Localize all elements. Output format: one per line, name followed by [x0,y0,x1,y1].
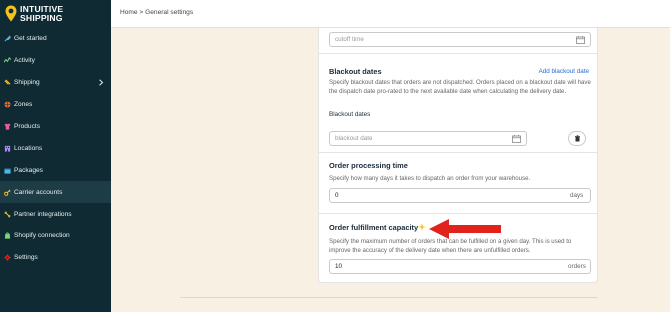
location-pin-icon [5,5,17,22]
cutoff-time-placeholder: cutoff time [335,36,364,43]
divider [319,152,597,153]
shipping-icon [4,79,11,86]
sidebar-item-activity[interactable]: Activity [0,50,111,72]
shopify-icon [4,232,11,240]
sidebar-item-label: Get started [14,35,47,43]
shirt-icon [4,123,11,130]
trash-icon [574,135,580,142]
globe-icon [4,101,11,108]
brand-logo[interactable]: INTUITIVE SHIPPING [5,5,63,23]
annotation-arrow-icon [429,219,501,239]
sidebar-item-label: Products [14,123,41,130]
brand-name: INTUITIVE SHIPPING [20,5,63,23]
breadcrumb[interactable]: Home > General settings [120,9,193,16]
sidebar-item-label: Settings [14,254,38,262]
sidebar-item-label: Zones [14,101,33,109]
order-fulfillment-capacity-value: 10 [335,263,343,270]
sidebar-item-locations[interactable]: Locations [0,137,111,159]
package-icon [4,167,11,174]
sidebar-item-settings[interactable]: Settings [0,247,111,269]
sidebar-item-packages[interactable]: Packages [0,159,111,181]
sidebar-item-label: Locations [14,144,43,152]
sidebar-item-label: Shopify connection [14,232,70,240]
order-processing-time-description: Specify how many days it takes to dispat… [329,175,531,182]
rocket-icon [4,35,11,42]
sparkle-icon [418,223,426,231]
sidebar-item-label: Carrier accounts [14,188,63,196]
blackout-dates-label: Blackout dates [329,111,371,118]
blackout-date-placeholder: blackout date [335,135,373,142]
calendar-icon[interactable] [512,135,521,143]
settings-card: cutoff time Blackout dates Add blackout … [318,28,598,283]
calendar-icon[interactable] [576,36,585,44]
sidebar-item-label: Activity [14,57,35,65]
sidebar-item-partner-integrations[interactable]: Partner integrations [0,203,111,225]
orders-suffix: orders [568,263,586,270]
add-blackout-date-link[interactable]: Add blackout date [539,68,589,75]
sidebar-item-shipping[interactable]: Shipping [0,72,111,94]
chevron-right-icon[interactable] [98,79,104,86]
activity-icon [4,57,11,64]
sidebar-item-label: Packages [14,166,43,174]
plug-icon [4,211,11,218]
sidebar-item-label: Shipping [14,79,40,87]
blackout-dates-description: Specify blackout dates that orders are n… [329,79,591,95]
divider [319,213,597,214]
sidebar-item-carrier-accounts[interactable]: Carrier accounts [0,181,111,204]
building-icon [4,145,11,152]
sidebar-item-get-started[interactable]: Get started [0,28,111,50]
key-icon [4,189,11,196]
blackout-dates-title: Blackout dates [329,67,382,76]
sidebar-item-shopify-connection[interactable]: Shopify connection [0,225,111,247]
sidebar-item-zones[interactable]: Zones [0,94,111,116]
divider [319,53,597,54]
order-fulfillment-capacity-input[interactable]: 10 [329,259,591,274]
cutoff-time-input[interactable]: cutoff time [329,32,591,47]
gear-icon [4,254,11,262]
order-processing-time-value: 0 [335,192,339,199]
sidebar-item-label: Partner integrations [14,210,72,218]
delete-blackout-date-button[interactable] [568,131,586,146]
days-suffix: days [570,192,584,199]
top-bar: Home > General settings [111,0,670,28]
order-processing-time-title: Order processing time [329,161,408,170]
sidebar-item-products[interactable]: Products [0,116,111,138]
sidebar: INTUITIVE SHIPPING Get started Activity … [0,0,111,312]
blackout-date-input[interactable]: blackout date [329,131,527,146]
sidebar-nav: Get started Activity Shipping Zones Prod… [0,28,111,269]
brand-line-2: SHIPPING [20,13,63,23]
divider [180,297,598,298]
order-fulfillment-capacity-title: Order fulfillment capacity [329,223,419,232]
order-processing-time-input[interactable]: 0 [329,188,591,203]
